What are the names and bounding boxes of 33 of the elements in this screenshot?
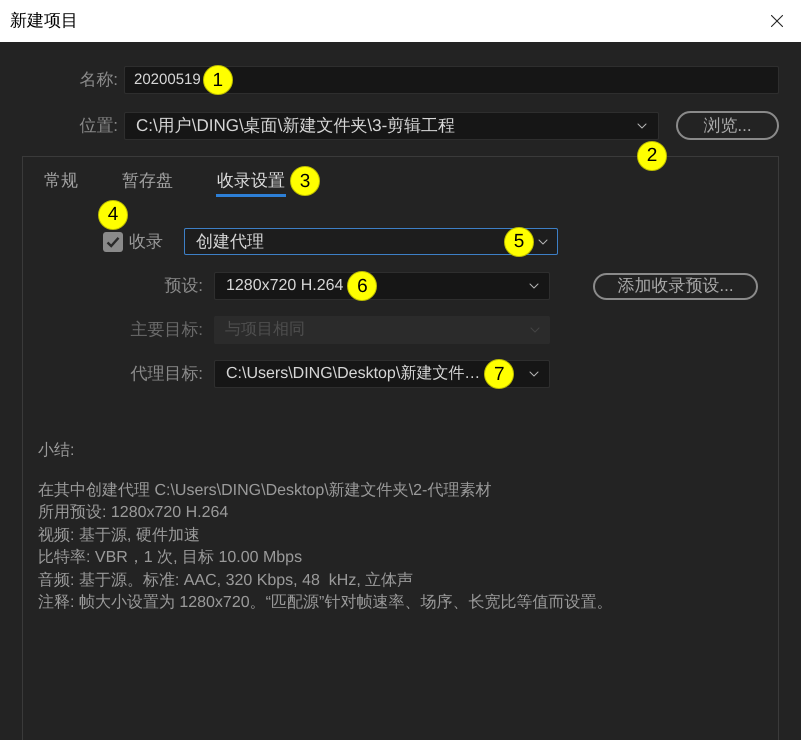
- field-label: 主要目标:: [129, 319, 203, 342]
- setting-dropdown[interactable]: 1280x720 H.264 6: [214, 272, 550, 300]
- browse-button[interactable]: 浏览...: [676, 111, 779, 140]
- window-title: 新建项目: [10, 10, 78, 32]
- tab[interactable]: 暂存盘: [121, 170, 174, 196]
- summary-line: 注释: 帧大小设置为 1280x720。“匹配源”针对帧速率、场序、长宽比等值而设置。: [38, 592, 612, 614]
- callout-marker: 1: [202, 65, 233, 95]
- summary-heading: 小结:: [38, 440, 74, 461]
- callout-marker: 4: [98, 200, 128, 230]
- checkbox-label: 收录: [129, 230, 163, 253]
- field-label: 代理目标:: [129, 363, 203, 386]
- summary-line: 视频: 基于源, 硬件加速: [38, 526, 200, 546]
- callout-marker: 3: [290, 166, 320, 196]
- ingest-mode-dropdown[interactable]: 创建代理 5: [184, 228, 558, 255]
- setting-dropdown[interactable]: C:\Users\DING\Desktop\新建文件… 7: [214, 360, 550, 388]
- callout-marker: 2: [637, 140, 667, 170]
- callout-marker: 5: [504, 226, 534, 256]
- tab[interactable]: 常规: [43, 170, 79, 196]
- tab[interactable]: 收录设置: [216, 170, 286, 196]
- summary-line: 所用预设: 1280x720 H.264: [38, 503, 228, 524]
- summary-line: 在其中创建代理 C:\Users\DING\Desktop\新建文件夹\2-代理素材: [38, 480, 492, 501]
- callout-marker: 7: [484, 359, 514, 389]
- summary-line: 音频: 基于源。标准: AAC, 320 Kbps, 48 kHz, 立体声: [38, 570, 414, 591]
- add-preset-button[interactable]: 添加收录预设...: [593, 272, 758, 300]
- name-field[interactable]: 20200519 1: [124, 66, 779, 94]
- check-icon: [106, 236, 120, 248]
- field-label: 预设:: [163, 275, 203, 298]
- callout-marker: 6: [347, 271, 378, 301]
- field-label: 名称:: [78, 69, 118, 92]
- location-dropdown[interactable]: C:\用户\DING\桌面\新建文件夹\3-剪辑工程: [124, 112, 659, 140]
- ingest-checkbox[interactable]: [103, 232, 123, 252]
- field-label: 位置:: [78, 114, 118, 137]
- summary-line: 比特率: VBR，1 次, 目标 10.00 Mbps: [38, 548, 302, 568]
